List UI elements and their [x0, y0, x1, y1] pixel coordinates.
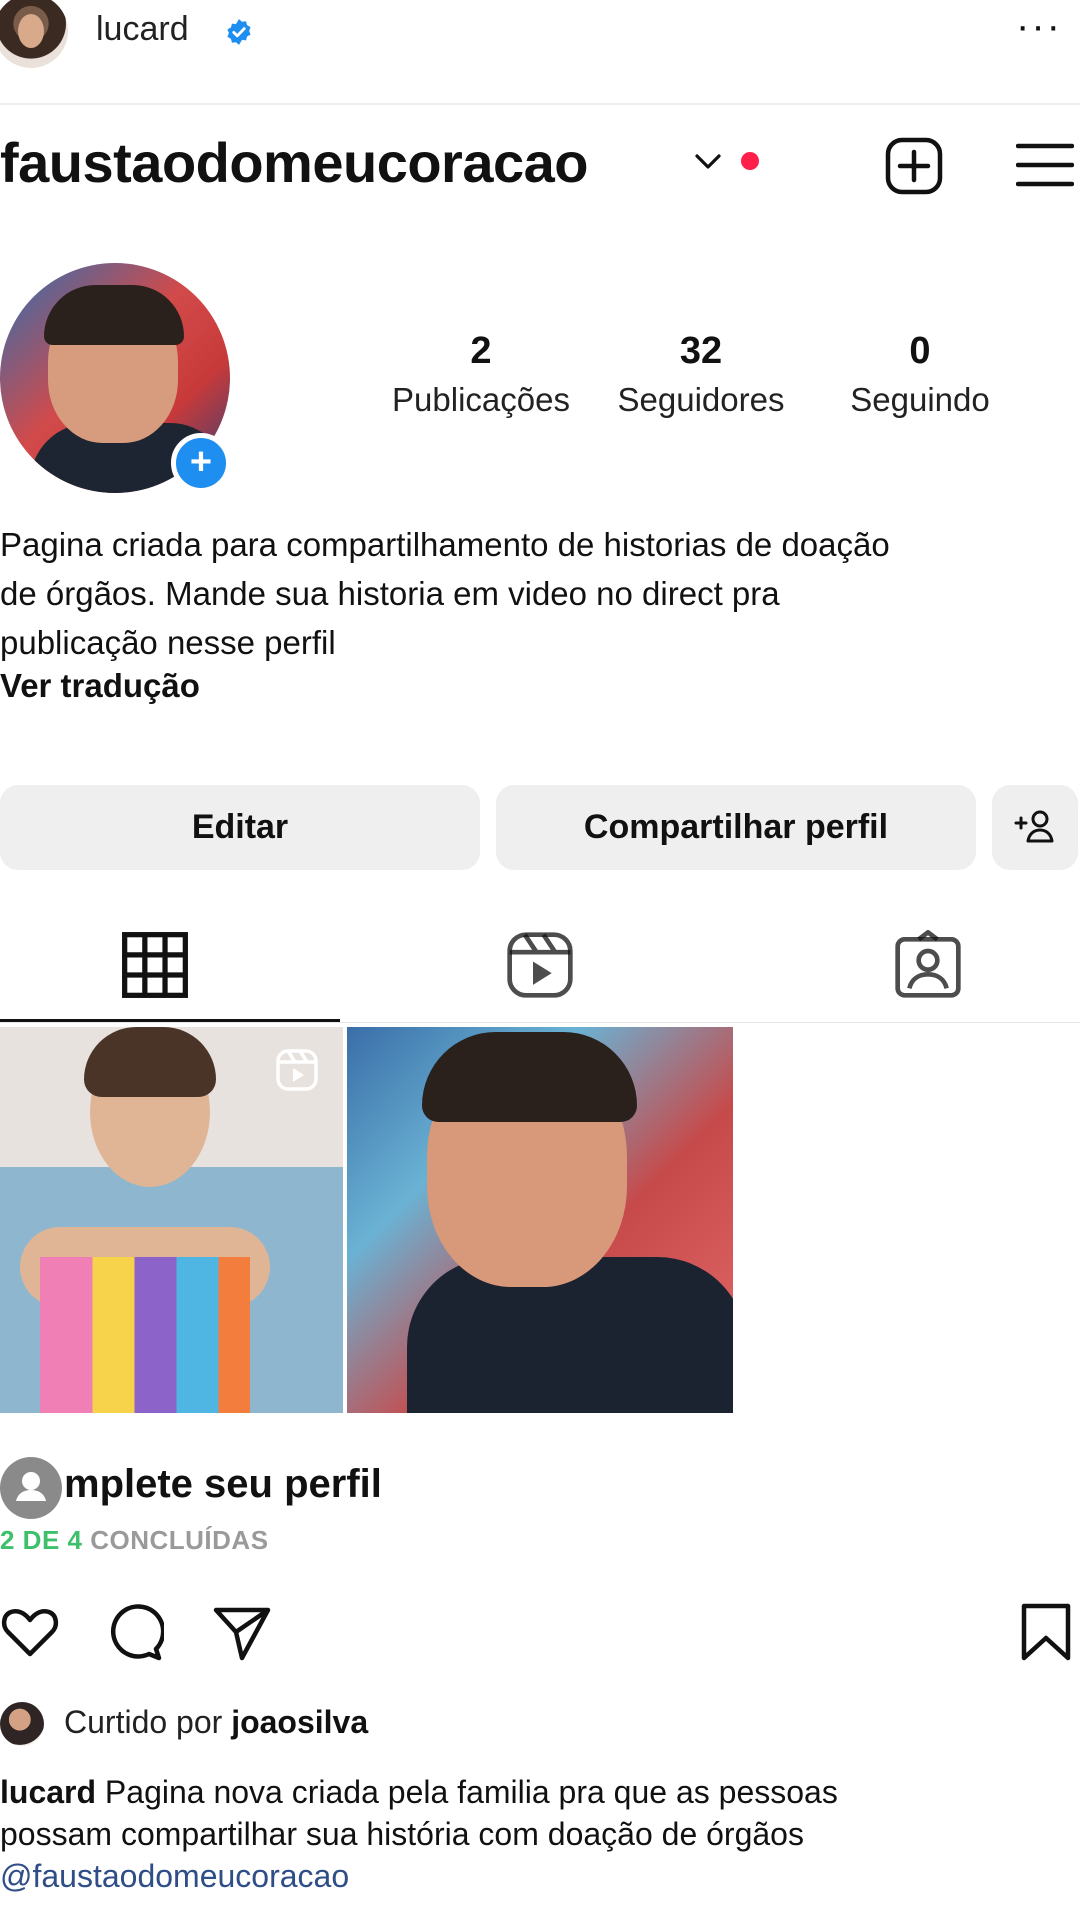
stat-following-label: Seguindo — [850, 381, 990, 418]
notification-dot — [741, 152, 759, 170]
more-options-button[interactable]: ··· — [1016, 4, 1062, 49]
stat-followers-count: 32 — [679, 330, 723, 372]
see-translation-link[interactable]: Ver tradução — [0, 667, 200, 705]
caption-username[interactable]: lucard — [0, 1774, 96, 1810]
menu-icon[interactable] — [1016, 140, 1074, 190]
stat-posts-label: Publicações — [392, 381, 570, 418]
post-thumbnail[interactable] — [347, 1027, 733, 1413]
caption-mention-link[interactable]: @faustaodomeucoracao — [0, 1855, 1076, 1897]
complete-profile-title: mplete seu perfil — [64, 1462, 382, 1506]
profile-handle[interactable]: faustaodomeucoracao — [0, 130, 589, 195]
edit-profile-button[interactable]: Editar — [0, 785, 480, 870]
post-caption: lucard Pagina nova criada pela familia p… — [0, 1771, 1076, 1897]
complete-profile-progress: 2 DE 4 CONCLUÍDAS — [0, 1525, 269, 1556]
bio-line: de órgãos. Mande sua historia em video n… — [0, 575, 780, 612]
reels-icon[interactable] — [505, 930, 575, 1000]
bookmark-icon[interactable] — [1016, 1602, 1076, 1662]
grid-icon[interactable] — [120, 930, 190, 1000]
tabs-divider — [0, 1022, 1080, 1023]
progress-done: 2 DE 4 — [0, 1525, 83, 1555]
liker-avatar[interactable] — [0, 1702, 44, 1746]
comment-icon[interactable] — [104, 1602, 164, 1662]
share-profile-button[interactable]: Compartilhar perfil — [496, 785, 976, 870]
heart-icon[interactable] — [0, 1602, 60, 1662]
bio-line: publicação nesse perfil — [0, 624, 336, 661]
stat-posts[interactable]: 2 Publicações — [376, 330, 586, 419]
reel-indicator-icon — [276, 1049, 318, 1091]
stat-posts-count: 2 — [470, 330, 492, 372]
stat-following-count: 0 — [909, 330, 931, 372]
author-avatar[interactable] — [0, 0, 68, 68]
liked-by: Curtido por joaosilva — [64, 1704, 369, 1740]
verified-badge-icon — [227, 19, 251, 45]
header-divider — [0, 103, 1080, 105]
progress-rest: CONCLUÍDAS — [82, 1525, 269, 1555]
add-friend-icon — [1014, 810, 1054, 843]
add-story-icon[interactable]: + — [171, 433, 231, 493]
share-icon[interactable] — [212, 1602, 272, 1662]
new-post-icon[interactable] — [884, 136, 944, 196]
tagged-icon[interactable] — [893, 930, 963, 1000]
discover-people-button[interactable] — [992, 785, 1078, 870]
stat-followers[interactable]: 32 Seguidores — [596, 330, 806, 419]
liker-username[interactable]: joaosilva — [231, 1704, 368, 1740]
chevron-down-icon[interactable] — [693, 148, 723, 174]
post-header: lucard ··· — [0, 0, 1080, 100]
profile-bio: Pagina criada para compartilhamento de h… — [0, 520, 1076, 667]
user-icon — [0, 1457, 62, 1519]
bio-line: Pagina criada para compartilhamento de h… — [0, 526, 890, 563]
stat-followers-label: Seguidores — [617, 381, 785, 418]
stat-following[interactable]: 0 Seguindo — [815, 330, 1025, 419]
author-username[interactable]: lucard — [96, 10, 189, 49]
